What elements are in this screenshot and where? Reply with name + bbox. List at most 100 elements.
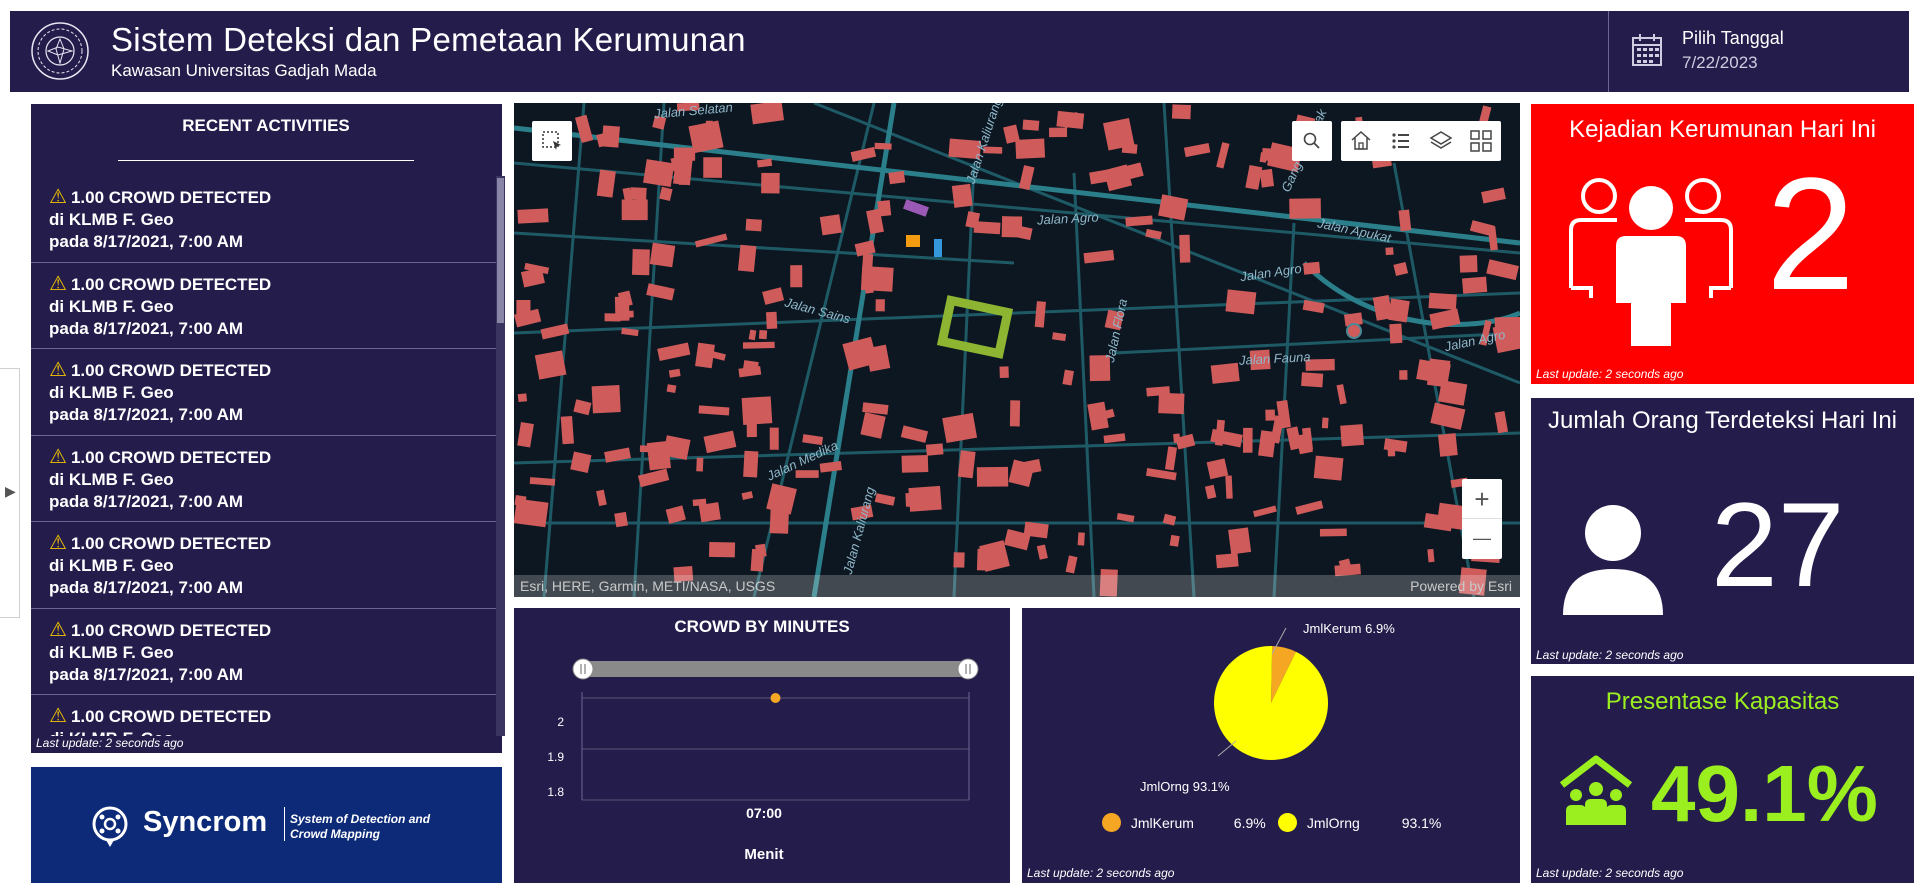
group-people-icon	[1569, 178, 1733, 346]
pie-label-jmlorng: JmlOrng 93.1%	[1140, 779, 1230, 794]
building	[698, 405, 730, 416]
zoom-in-button[interactable]: +	[1462, 479, 1502, 519]
activity-item[interactable]: ⚠1.00 CROWD DETECTEDdi KLMB F. Geopada 8…	[31, 609, 496, 695]
building	[703, 157, 722, 178]
building	[1145, 228, 1162, 240]
building	[1243, 427, 1253, 453]
building	[819, 214, 842, 236]
building	[874, 493, 896, 506]
date-picker-value[interactable]: 7/22/2023	[1682, 53, 1758, 73]
powered-by-esri[interactable]: Powered by Esri	[1410, 578, 1512, 594]
building	[1169, 534, 1180, 547]
building	[1003, 124, 1020, 144]
building	[705, 120, 713, 149]
legend-item-jmlkerum[interactable]: JmlKerum 6.9%	[1102, 813, 1266, 832]
home-icon[interactable]	[1349, 129, 1373, 153]
legend-list-icon[interactable]	[1389, 129, 1413, 153]
building	[750, 103, 785, 125]
building	[1034, 301, 1046, 328]
legend-swatch-yellow	[1278, 813, 1297, 832]
building	[875, 299, 885, 312]
university-logo	[31, 22, 89, 80]
building	[1228, 527, 1252, 555]
building	[1286, 426, 1302, 451]
building	[1428, 292, 1457, 310]
building	[517, 208, 549, 224]
map-search-button[interactable]	[1292, 121, 1332, 161]
building	[659, 186, 673, 201]
building	[703, 430, 737, 454]
legend-swatch-orange	[1102, 813, 1121, 832]
recent-activities-title: RECENT ACTIVITIES	[182, 116, 350, 135]
building	[1389, 323, 1403, 344]
building	[591, 384, 621, 414]
people-detected-title: Jumlah Orang Terdeteksi Hari Ini	[1547, 407, 1898, 434]
brand-divider	[284, 807, 285, 841]
building	[666, 384, 677, 393]
date-picker-label[interactable]: Pilih Tanggal	[1682, 28, 1784, 49]
map-attribution[interactable]: Esri, HERE, Garmin, METI/NASA, USGS	[520, 578, 775, 594]
building	[1432, 412, 1441, 420]
chevron-right-icon: ▶	[5, 483, 16, 499]
activity-location: di KLMB F. Geo	[49, 210, 174, 229]
building	[1023, 521, 1049, 539]
building	[649, 242, 676, 268]
x-tick-label: 07:00	[746, 805, 782, 821]
building	[1065, 555, 1078, 574]
pie-chart[interactable]	[1022, 608, 1520, 808]
activity-scrollbar-thumb[interactable]	[497, 178, 504, 323]
activity-item[interactable]: ⚠1.00 CROWD DETECTEDdi KLMB F. Geopada 8…	[31, 436, 496, 522]
building	[756, 158, 773, 168]
layers-icon[interactable]	[1429, 129, 1453, 153]
warning-icon: ⚠	[49, 186, 67, 208]
building	[1225, 475, 1233, 499]
building	[900, 425, 929, 443]
building	[758, 330, 768, 340]
activity-item[interactable]: ⚠1.00 CROWD DETECTEDdi KLMB F. Geopada 8…	[31, 695, 496, 736]
select-tool-button[interactable]	[532, 121, 572, 161]
activity-item[interactable]: ⚠1.00 CROWD DETECTEDdi KLMB F. Geopada 8…	[31, 522, 496, 609]
crowd-incidents-last-update: Last update: 2 seconds ago	[1536, 367, 1684, 381]
capacity-last-update: Last update: 2 seconds ago	[1536, 866, 1684, 880]
building	[1083, 249, 1115, 264]
building	[755, 543, 767, 558]
map-canvas[interactable]	[514, 103, 1520, 597]
building	[741, 491, 754, 501]
building	[1321, 417, 1329, 429]
building	[1056, 110, 1085, 129]
activity-item[interactable]: ⚠1.00 CROWD DETECTEDdi KLMB F. Geopada 8…	[31, 349, 496, 436]
zoom-out-button[interactable]: —	[1462, 519, 1502, 559]
legend-item-jmlorng[interactable]: JmlOrng 93.1%	[1278, 813, 1441, 832]
warning-icon: ⚠	[49, 272, 67, 295]
building	[1049, 127, 1068, 138]
people-detected-value: 27	[1711, 478, 1845, 612]
building	[529, 477, 556, 486]
calendar-icon[interactable]	[1631, 33, 1663, 67]
building	[860, 266, 894, 292]
building	[596, 169, 616, 198]
building-highlight-purple	[903, 199, 929, 217]
building	[695, 342, 715, 369]
crowd-chart[interactable]	[514, 608, 1010, 883]
basemap-gallery-icon[interactable]	[1469, 129, 1493, 153]
map-view[interactable]: Jalan Selatan Jalan Kaliurang Jalan Agro…	[514, 103, 1520, 597]
building	[795, 470, 819, 478]
activity-headline: 1.00 CROWD DETECTED	[70, 620, 272, 640]
building	[627, 310, 634, 318]
activity-item[interactable]: ⚠1.00 CROWD DETECTEDdi KLMB F. Geopada 8…	[31, 263, 496, 349]
building	[646, 440, 672, 471]
building	[1245, 164, 1263, 190]
building	[698, 502, 721, 523]
syncrom-logo-icon	[92, 806, 128, 847]
activity-time: pada 8/17/2021, 7:00 AM	[49, 578, 244, 597]
people-detected-last-update: Last update: 2 seconds ago	[1536, 648, 1684, 662]
activity-list[interactable]: ⚠ 1.00 CROWD DETECTED di KLMB F. Geo pada 8…	[31, 176, 496, 736]
sidebar-toggle[interactable]: ▶	[0, 368, 20, 618]
building	[1486, 259, 1519, 281]
activity-item[interactable]: ⚠1.00 CROWD DETECTEDdi KLMB F. Geopada 8…	[31, 176, 496, 263]
house-people-icon	[1559, 755, 1633, 825]
building	[1089, 169, 1110, 185]
building	[1210, 362, 1240, 384]
brand-panel: Syncrom System of Detection and Crowd Ma…	[31, 767, 502, 883]
building	[1301, 372, 1324, 388]
